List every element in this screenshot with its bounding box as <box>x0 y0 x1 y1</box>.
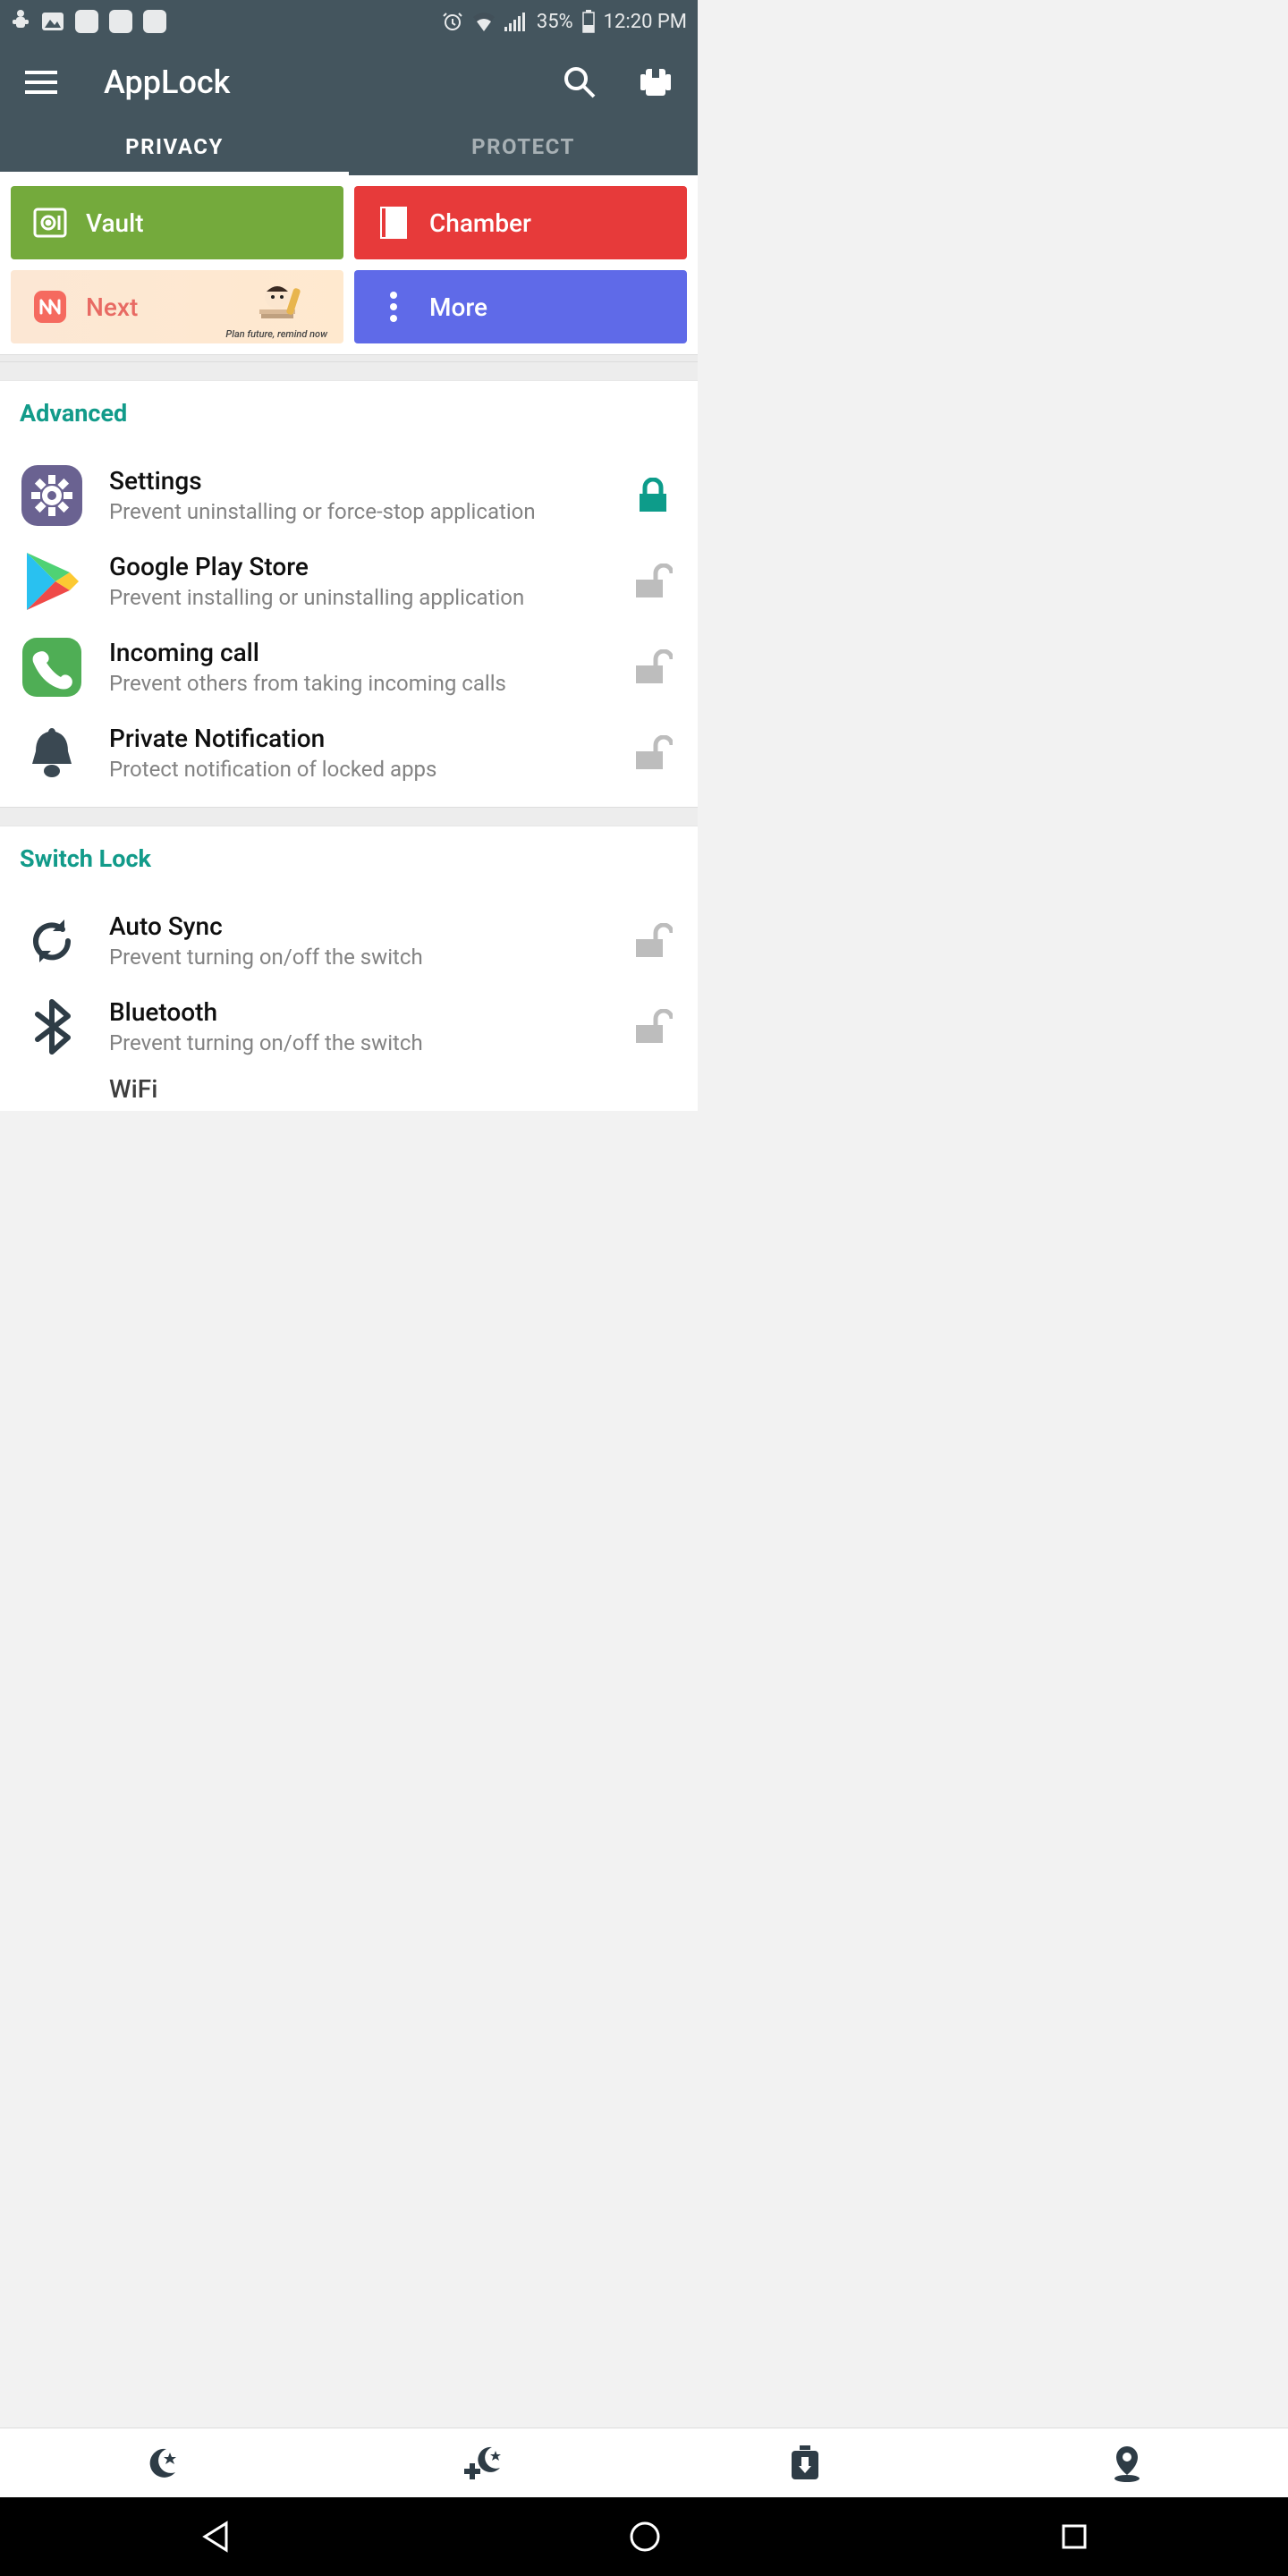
status-bar: 35% 12:20 PM <box>0 0 698 43</box>
item-auto-sync[interactable]: Auto Sync Prevent turning on/off the swi… <box>20 898 678 984</box>
status-right: 35% 12:20 PM <box>442 10 687 33</box>
battery-percent: 35% <box>537 11 573 33</box>
menu-icon[interactable] <box>25 71 57 94</box>
item-title: Google Play Store <box>109 552 599 581</box>
vault-icon <box>32 205 68 241</box>
item-title: Settings <box>109 466 599 496</box>
notification-icon <box>11 10 30 33</box>
more-icon <box>388 291 399 323</box>
location-icon <box>1109 2445 1145 2482</box>
item-subtitle: Prevent turning on/off the switch <box>109 945 599 970</box>
clock-text: 12:20 PM <box>604 11 687 33</box>
promo-label: Next <box>86 292 138 322</box>
tab-label: PRIVACY <box>125 134 224 159</box>
chamber-card[interactable]: Chamber <box>354 186 687 259</box>
lock-open-icon[interactable] <box>633 923 673 959</box>
item-subtitle: Protect notification of locked apps <box>109 757 599 783</box>
add-night-mode-button[interactable] <box>322 2428 644 2497</box>
divider <box>0 807 698 826</box>
lock-open-icon[interactable] <box>633 735 673 771</box>
schedule-button[interactable] <box>644 2428 966 2497</box>
image-icon <box>41 12 64 31</box>
theme-icon[interactable] <box>639 65 673 99</box>
tab-protect[interactable]: PROTECT <box>349 122 698 175</box>
item-subtitle: Prevent installing or uninstalling appli… <box>109 585 599 611</box>
location-button[interactable] <box>966 2428 1288 2497</box>
section-switch-lock: Switch Lock Auto Sync Prevent turning on… <box>0 826 698 1111</box>
phone-icon <box>21 636 83 699</box>
status-chip-icon <box>75 10 98 33</box>
moon-plus-icon <box>462 2445 504 2481</box>
lock-open-icon[interactable] <box>633 1009 673 1045</box>
gear-icon <box>20 463 84 528</box>
section-title: Switch Lock <box>20 844 678 873</box>
signal-icon <box>504 12 528 31</box>
item-title: Bluetooth <box>109 997 599 1027</box>
item-title: Incoming call <box>109 638 599 667</box>
section-advanced: Advanced Settings Prevent uninstalling o… <box>0 381 698 796</box>
alarm-icon <box>442 11 463 32</box>
lock-open-icon[interactable] <box>633 649 673 685</box>
sync-icon <box>27 916 77 966</box>
app-title: AppLock <box>104 64 515 101</box>
battery-icon <box>582 10 595 33</box>
promo-slogan: Plan future, remind now <box>225 328 327 340</box>
more-card[interactable]: More <box>354 270 687 343</box>
bottom-toolbar <box>0 2428 1288 2497</box>
bluetooth-icon <box>32 998 72 1055</box>
item-wifi[interactable]: WiFi <box>20 1070 678 1111</box>
status-chip-icon <box>109 10 132 33</box>
lock-open-icon[interactable] <box>633 564 673 599</box>
night-mode-button[interactable] <box>0 2428 322 2497</box>
mascot-icon <box>250 279 304 329</box>
status-chip-icon <box>143 10 166 33</box>
play-store-icon <box>23 551 80 612</box>
vault-card[interactable]: Vault <box>11 186 343 259</box>
promo-label: More <box>429 292 487 322</box>
home-button[interactable] <box>629 2521 661 2553</box>
item-subtitle: Prevent others from taking incoming call… <box>109 671 599 697</box>
item-incoming-call[interactable]: Incoming call Prevent others from taking… <box>20 624 678 710</box>
tab-privacy[interactable]: PRIVACY <box>0 122 349 175</box>
item-play-store[interactable]: Google Play Store Prevent installing or … <box>20 538 678 624</box>
recents-button[interactable] <box>1060 2522 1089 2551</box>
tab-bar: PRIVACY PROTECT <box>0 122 698 175</box>
bell-icon <box>25 724 79 782</box>
search-icon[interactable] <box>562 64 597 100</box>
divider <box>0 354 698 361</box>
status-left <box>11 10 166 33</box>
section-title: Advanced <box>20 399 678 428</box>
wifi-icon <box>472 12 496 31</box>
moon-icon <box>143 2445 179 2481</box>
item-subtitle: Prevent turning on/off the switch <box>109 1030 599 1056</box>
item-title: WiFi <box>109 1074 667 1104</box>
app-bar: AppLock <box>0 43 698 122</box>
item-private-notification[interactable]: Private Notification Protect notificatio… <box>20 710 678 796</box>
divider <box>0 361 698 381</box>
item-subtitle: Prevent uninstalling or force-stop appli… <box>109 499 599 525</box>
item-title: Private Notification <box>109 724 599 753</box>
next-card[interactable]: Next Plan future, remind now <box>11 270 343 343</box>
back-button[interactable] <box>199 2520 230 2554</box>
item-bluetooth[interactable]: Bluetooth Prevent turning on/off the swi… <box>20 984 678 1070</box>
lock-closed-icon[interactable] <box>637 478 669 513</box>
download-box-icon <box>789 2445 821 2481</box>
promo-section: Vault Chamber Next Plan future, remind n… <box>0 175 698 354</box>
item-title: Auto Sync <box>109 911 599 941</box>
promo-label: Chamber <box>429 208 531 238</box>
next-icon <box>32 289 68 325</box>
system-nav-bar <box>0 2497 1288 2576</box>
promo-label: Vault <box>86 208 144 238</box>
item-settings[interactable]: Settings Prevent uninstalling or force-s… <box>20 453 678 538</box>
chamber-icon <box>378 205 409 241</box>
tab-label: PROTECT <box>471 134 575 159</box>
